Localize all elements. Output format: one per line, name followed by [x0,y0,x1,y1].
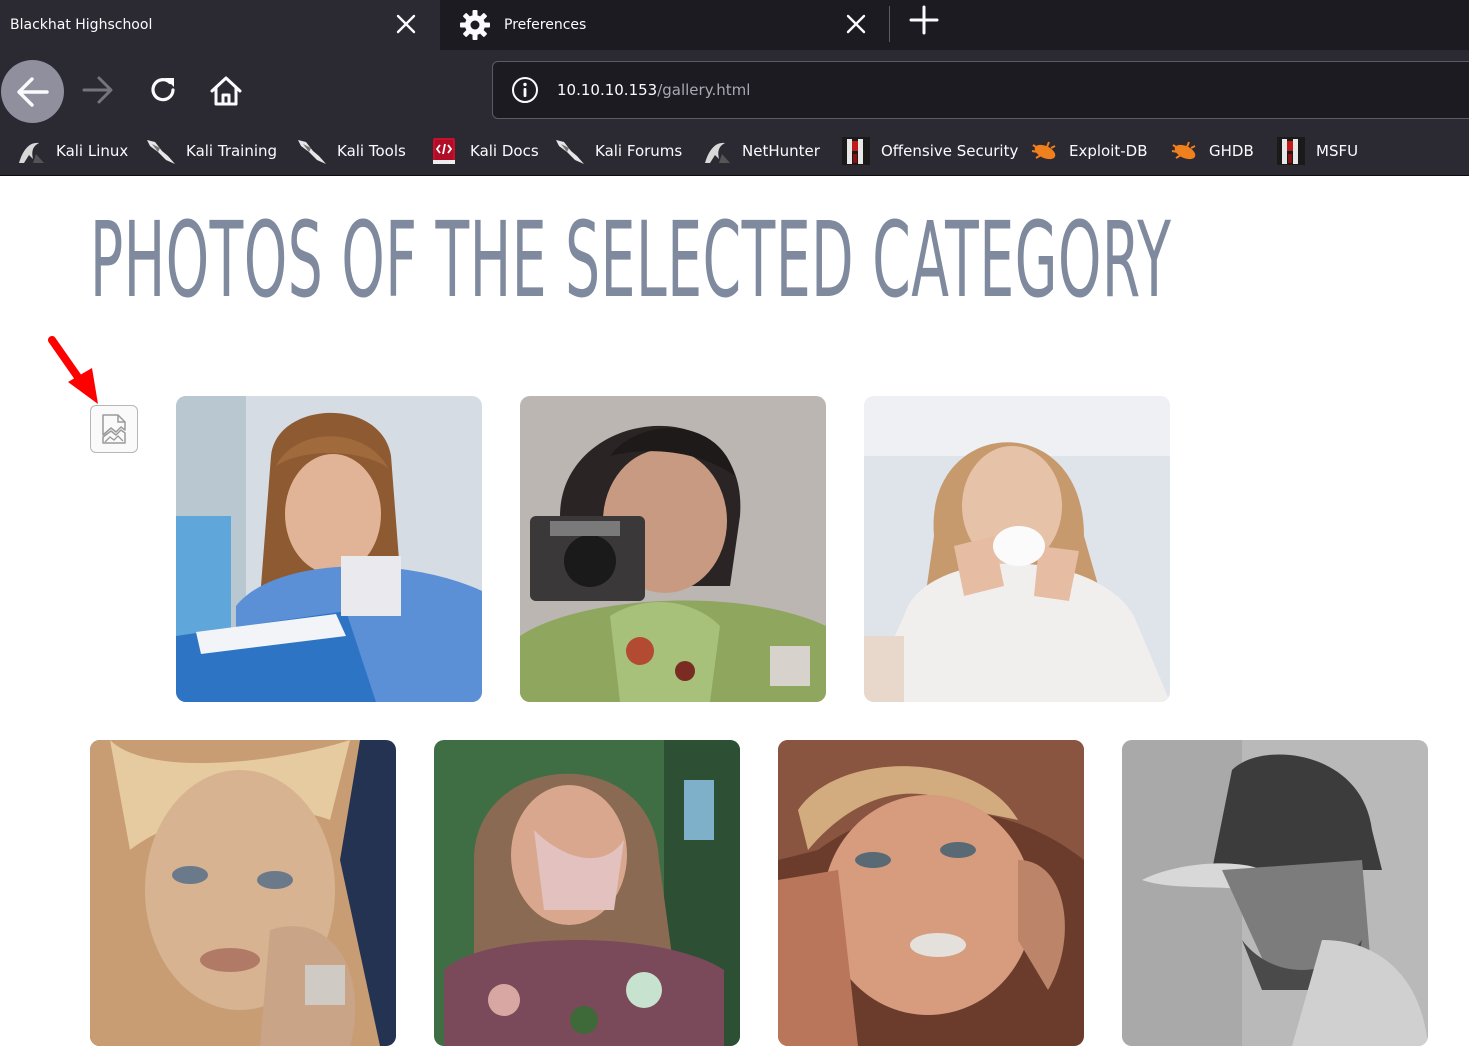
home-button[interactable] [203,68,249,114]
tab-blackhat-highschool[interactable]: Blackhat Highschool [0,0,440,50]
bookmark-label: Offensive Security [881,142,1019,160]
offsec-icon [1277,137,1305,165]
photo-blonde-looking-up [778,740,1084,1046]
new-tab-button[interactable] [906,2,942,38]
offsec-icon [842,137,870,165]
bookmark-label: Kali Forums [595,142,683,160]
gallery-photo[interactable] [1122,740,1428,1046]
exploit-db-icon [1171,141,1196,160]
photo-woman-cup [864,396,1170,702]
info-icon[interactable] [511,76,539,104]
page-title: PHOTOS OF THE SELECTED CATEGORY [90,199,1172,321]
url-host: 10.10.10.153 [557,81,658,99]
bookmark-exploit-db[interactable]: Exploit-DB [1029,136,1148,166]
gallery-photo[interactable] [864,396,1170,702]
home-icon [210,76,242,106]
bookmark-kali-forums[interactable]: Kali Forums [555,136,682,166]
url-text[interactable]: 10.10.10.153/gallery.html [557,81,750,99]
reload-icon [151,78,175,102]
photo-woman-outdoors [434,740,740,1046]
photo-man-cap [1122,740,1428,1046]
gallery-photo[interactable] [90,740,396,1046]
tab-title: Blackhat Highschool [10,17,153,33]
exploit-db-icon [1031,141,1056,160]
url-path: /gallery.html [657,81,751,99]
bookmark-kali-docs[interactable]: Kali Docs [430,136,539,166]
url-bar[interactable]: 10.10.10.153/gallery.html [492,61,1469,119]
arrow-right-icon [82,76,113,104]
kali-docs-icon [433,138,455,164]
bookmark-ghdb[interactable]: GHDB [1169,136,1254,166]
bookmark-offensive-security[interactable]: Offensive Security [841,136,1018,166]
bookmark-label: Kali Tools [337,142,406,160]
kali-dragon-icon [19,142,44,163]
bookmark-kali-training[interactable]: Kali Training [146,136,277,166]
forward-button[interactable] [76,68,120,112]
bookmark-label: NetHunter [742,142,820,160]
gallery-photo[interactable] [176,396,482,702]
tab-preferences[interactable]: Preferences [440,0,888,50]
kali-dragon-icon [556,140,584,164]
close-tab-icon[interactable] [390,8,422,40]
reload-button[interactable] [141,68,185,112]
photo-woman-camera [520,396,826,702]
bookmark-label: MSFU [1316,142,1359,160]
kali-dragon-icon [298,140,326,164]
gallery-photo[interactable] [778,740,1084,1046]
bookmark-nethunter[interactable]: NetHunter [702,136,820,166]
gallery-photo[interactable] [520,396,826,702]
red-arrow-icon [48,336,98,404]
broken-image-icon [102,414,126,444]
bookmark-label: Kali Docs [470,142,539,160]
gallery-photo[interactable] [434,740,740,1046]
bookmarks-toolbar: Kali Linux Kali Training Kali Tools Kali… [0,126,1469,176]
bookmark-label: Kali Training [186,142,278,160]
bookmark-kali-tools[interactable]: Kali Tools [297,136,406,166]
bookmark-label: Exploit-DB [1069,142,1148,160]
bookmark-label: Kali Linux [56,142,129,160]
tab-separator [889,6,890,42]
kali-dragon-icon [705,142,730,163]
photo-girl-reading [176,396,482,702]
tab-strip: Blackhat Highschool Preferences [0,0,1469,50]
bookmark-label: GHDB [1209,142,1254,160]
back-button[interactable] [1,60,64,123]
broken-image[interactable] [90,405,138,453]
close-tab-icon[interactable] [840,8,872,40]
tab-title: Preferences [504,17,587,33]
gear-icon [458,8,492,42]
plus-icon [909,5,939,35]
photo-blonde-closeup [90,740,396,1046]
arrow-left-icon [16,76,49,107]
bookmark-kali-linux[interactable]: Kali Linux [16,136,128,166]
navigation-toolbar: 10.10.10.153/gallery.html [0,50,1469,126]
bookmark-msfu[interactable]: MSFU [1276,136,1358,166]
kali-dragon-icon [147,140,175,164]
